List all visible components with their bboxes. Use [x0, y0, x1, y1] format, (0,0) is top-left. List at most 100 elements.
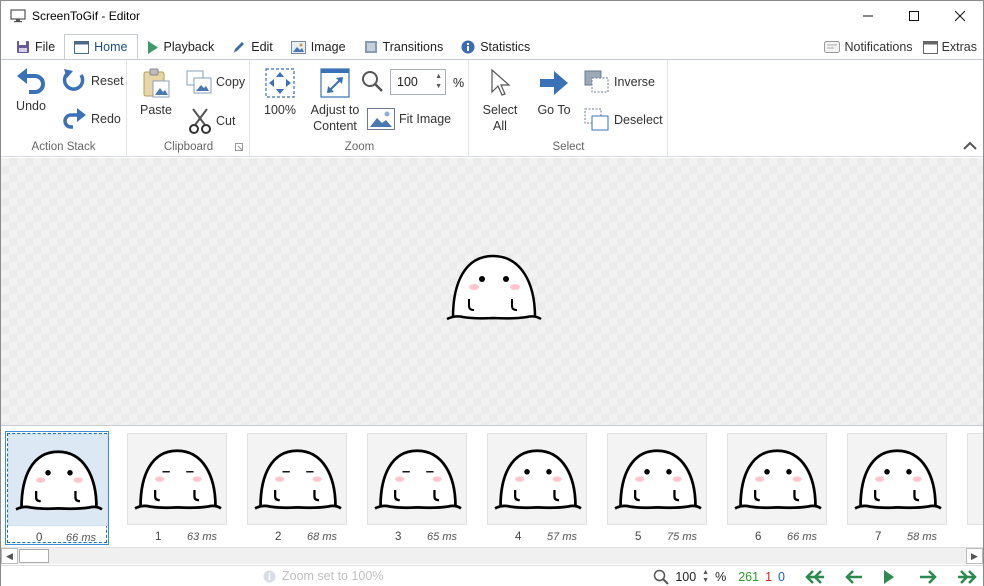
tab-edit-label: Edit: [251, 40, 273, 54]
close-icon: [955, 11, 965, 21]
reset-icon: [62, 69, 85, 91]
dialog-launcher-icon[interactable]: [235, 143, 243, 151]
deselect-label: Deselect: [614, 113, 663, 127]
action-stack-label: Action Stack: [31, 141, 96, 153]
frame-item-partial[interactable]: [965, 431, 983, 545]
cursor-icon: [491, 68, 511, 96]
frame-thumbnail: [487, 433, 587, 525]
cut-button[interactable]: Cut: [188, 108, 235, 134]
frame-item[interactable]: 5 75 ms: [605, 431, 709, 545]
status-bar: Zoom set to 100% 100 ▲ ▼ % 261 1 0: [1, 565, 983, 586]
close-button[interactable]: [937, 1, 983, 31]
notifications-label: Notifications: [844, 40, 913, 54]
frame-item[interactable]: 1 63 ms: [125, 431, 229, 545]
frame-thumbnail: [967, 433, 983, 525]
tab-file-label: File: [35, 40, 56, 54]
last-frame-icon[interactable]: [957, 569, 979, 584]
scroll-thumb[interactable]: [19, 549, 49, 563]
frame-delay: 75 ms: [667, 531, 697, 543]
ribbon-tabs: File Home Playback Edit Image Transition…: [1, 34, 983, 59]
fit-image-label: Fit Image: [399, 112, 452, 126]
tab-file[interactable]: File: [7, 35, 64, 59]
tab-edit[interactable]: Edit: [223, 35, 282, 59]
tab-transitions[interactable]: Transitions: [355, 35, 453, 59]
play-frames-icon[interactable]: [883, 569, 895, 584]
adjust-line1: Adjust to: [310, 103, 360, 117]
maximize-icon: [909, 11, 919, 21]
copy-button[interactable]: Copy: [186, 70, 245, 94]
frame-item[interactable]: 2 68 ms: [245, 431, 349, 545]
paste-icon: [143, 68, 170, 98]
group-action-stack: Undo Reset Redo Action Stack: [1, 60, 127, 156]
pencil-icon: [233, 42, 245, 53]
zoom-input-value: 100: [397, 75, 418, 89]
previous-frame-icon[interactable]: [845, 569, 863, 584]
paste-button[interactable]: Paste: [138, 68, 174, 118]
reset-label: Reset: [91, 74, 124, 88]
status-zoom-value[interactable]: 100: [675, 570, 696, 584]
tab-transitions-label: Transitions: [382, 40, 444, 54]
frame-item[interactable]: 4 57 ms: [485, 431, 589, 545]
frame-index: 1: [155, 531, 162, 543]
frame-index: 7: [875, 531, 882, 543]
frame-list-scrollbar[interactable]: ◀ ▶: [1, 547, 983, 564]
copy-label: Copy: [216, 75, 246, 89]
undo-button[interactable]: Undo: [13, 68, 49, 114]
extras-button[interactable]: Extras: [922, 40, 977, 54]
frame-item[interactable]: 6 66 ms: [725, 431, 829, 545]
tab-playback[interactable]: Playback: [138, 35, 224, 59]
status-zoom-percent: %: [715, 569, 727, 584]
scroll-left-button[interactable]: ◀: [1, 548, 18, 564]
zoom-down-icon[interactable]: ▼: [435, 82, 442, 92]
extras-icon: [922, 40, 938, 54]
redo-button[interactable]: Redo: [61, 106, 121, 132]
total-frames-count: 261: [738, 569, 760, 584]
frame-index: 2: [275, 531, 282, 543]
next-frame-icon[interactable]: [919, 569, 937, 584]
tab-image[interactable]: Image: [282, 35, 355, 59]
frame-thumbnail: [607, 433, 707, 525]
frame-item[interactable]: 7 58 ms: [845, 431, 949, 545]
maximize-button[interactable]: [891, 1, 937, 31]
frame-delay: 57 ms: [547, 531, 577, 543]
notifications-button[interactable]: Notifications: [824, 40, 913, 54]
save-icon: [17, 41, 29, 53]
fit-image-button[interactable]: Fit Image: [367, 108, 451, 130]
inverse-label: Inverse: [614, 75, 655, 89]
status-zoom-spinner[interactable]: ▲ ▼: [702, 569, 709, 585]
ribbon: Undo Reset Redo Action Stack Paste Copy …: [1, 59, 983, 157]
cut-label: Cut: [216, 114, 236, 128]
frame-thumbnail: [127, 433, 227, 525]
reset-button[interactable]: Reset: [61, 68, 124, 94]
frame-index: 6: [755, 531, 762, 543]
first-frame-icon[interactable]: [803, 569, 825, 584]
inverse-button[interactable]: Inverse: [584, 70, 655, 94]
scroll-right-button[interactable]: ▶: [966, 548, 983, 564]
zoom-up-icon[interactable]: ▲: [435, 72, 442, 82]
tab-statistics[interactable]: Statistics: [452, 35, 539, 59]
tab-image-label: Image: [310, 40, 346, 54]
frame-list: 0 66 ms 1 63 ms 2 68 ms 3 65 ms 4 57 ms 5 75 ms 6 66 …: [1, 427, 983, 547]
zoom-input[interactable]: 100 ▲ ▼: [390, 69, 446, 95]
collapse-ribbon-icon[interactable]: [963, 141, 977, 150]
go-to-button[interactable]: Go To: [534, 68, 574, 118]
frame-thumbnail: [247, 433, 347, 525]
selected-frames-count: 1: [765, 569, 773, 584]
group-select: Select All Go To Inverse Deselect Select: [470, 60, 668, 156]
deselect-button[interactable]: Deselect: [584, 108, 663, 132]
select-all-button[interactable]: Select All: [480, 68, 520, 134]
frame-item[interactable]: 0 66 ms: [5, 431, 109, 545]
frame-preview-canvas[interactable]: [1, 158, 983, 426]
image-icon: [290, 40, 306, 54]
frame-index: 0: [36, 532, 43, 544]
minimize-button[interactable]: [845, 1, 891, 31]
status-zoom-icon: [654, 569, 670, 585]
clipboard-label: Clipboard: [163, 141, 214, 153]
frame-index: 4: [515, 531, 522, 543]
adjust-to-content-button[interactable]: Adjust to Content: [307, 68, 363, 134]
zoom-100-button[interactable]: 100%: [261, 68, 299, 118]
frame-item[interactable]: 3 65 ms: [365, 431, 469, 545]
tab-home[interactable]: Home: [64, 34, 138, 59]
adjust-to-content-icon: [320, 68, 350, 98]
actual-size-icon: [265, 68, 295, 98]
